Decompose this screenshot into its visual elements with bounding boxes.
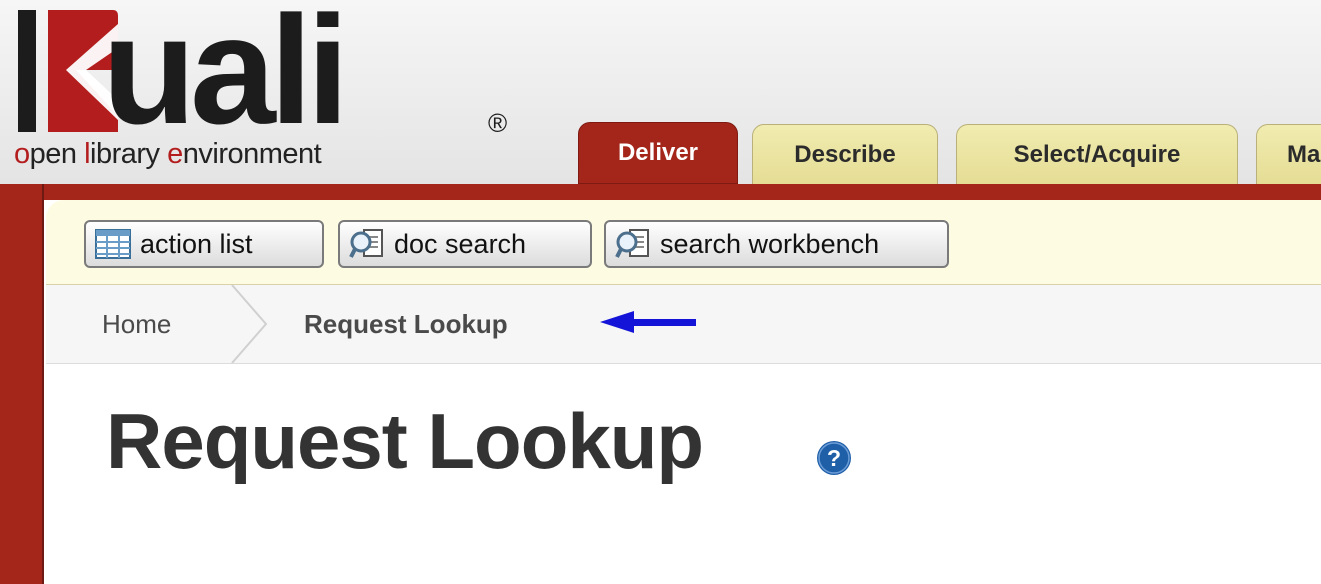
tagline-part: e bbox=[167, 138, 183, 170]
search-workbench-icon bbox=[615, 229, 649, 258]
frame-left-bar bbox=[0, 184, 44, 584]
tab-label: Deliver bbox=[617, 139, 699, 166]
page-title: Request Lookup bbox=[106, 397, 704, 485]
doc-search-button[interactable]: doc search bbox=[338, 220, 592, 268]
tagline-part: nvironment bbox=[182, 138, 322, 170]
toolbar: action list doc search search workbench bbox=[46, 200, 1321, 285]
tab-label: Describe bbox=[794, 140, 896, 168]
tagline-part: o bbox=[14, 138, 30, 170]
tab-select-acquire[interactable]: Select/Acquire bbox=[956, 124, 1238, 184]
action-list-icon bbox=[95, 229, 131, 259]
tagline-part: pen bbox=[29, 138, 85, 170]
breadcrumb: Home Request Lookup bbox=[46, 285, 1321, 364]
breadcrumb-separator-icon bbox=[231, 285, 268, 363]
search-workbench-label: search workbench bbox=[660, 228, 880, 259]
breadcrumb-current: Request Lookup bbox=[304, 309, 508, 339]
breadcrumb-home[interactable]: Home bbox=[102, 309, 171, 340]
tab-deliver[interactable]: Deliver bbox=[578, 122, 738, 184]
action-list-label: action list bbox=[140, 228, 253, 259]
logo-word: uali bbox=[102, 0, 349, 156]
registered-mark: ® bbox=[488, 108, 508, 138]
tab-label: Ma bbox=[1287, 140, 1321, 168]
kuali-logo[interactable]: uali ® bbox=[18, 0, 518, 156]
action-list-button[interactable]: action list bbox=[84, 220, 324, 268]
main-panel: action list doc search search workbench … bbox=[46, 200, 1321, 584]
search-workbench-button[interactable]: search workbench bbox=[604, 220, 949, 268]
tab-label: Select/Acquire bbox=[1013, 140, 1181, 168]
tab-describe[interactable]: Describe bbox=[752, 124, 938, 184]
help-icon[interactable]: ? bbox=[816, 440, 852, 476]
tab-maintenance[interactable]: Ma bbox=[1256, 124, 1321, 184]
tagline: open library environment bbox=[14, 138, 322, 171]
tagline-part: ibrary bbox=[90, 138, 168, 170]
frame-top-bar bbox=[0, 184, 1321, 200]
annotation-arrow-icon bbox=[600, 311, 696, 333]
svg-text:?: ? bbox=[827, 445, 841, 471]
doc-search-icon bbox=[349, 229, 383, 258]
doc-search-label: doc search bbox=[394, 228, 527, 259]
header: uali ® open library environment Deliver … bbox=[0, 0, 1321, 184]
